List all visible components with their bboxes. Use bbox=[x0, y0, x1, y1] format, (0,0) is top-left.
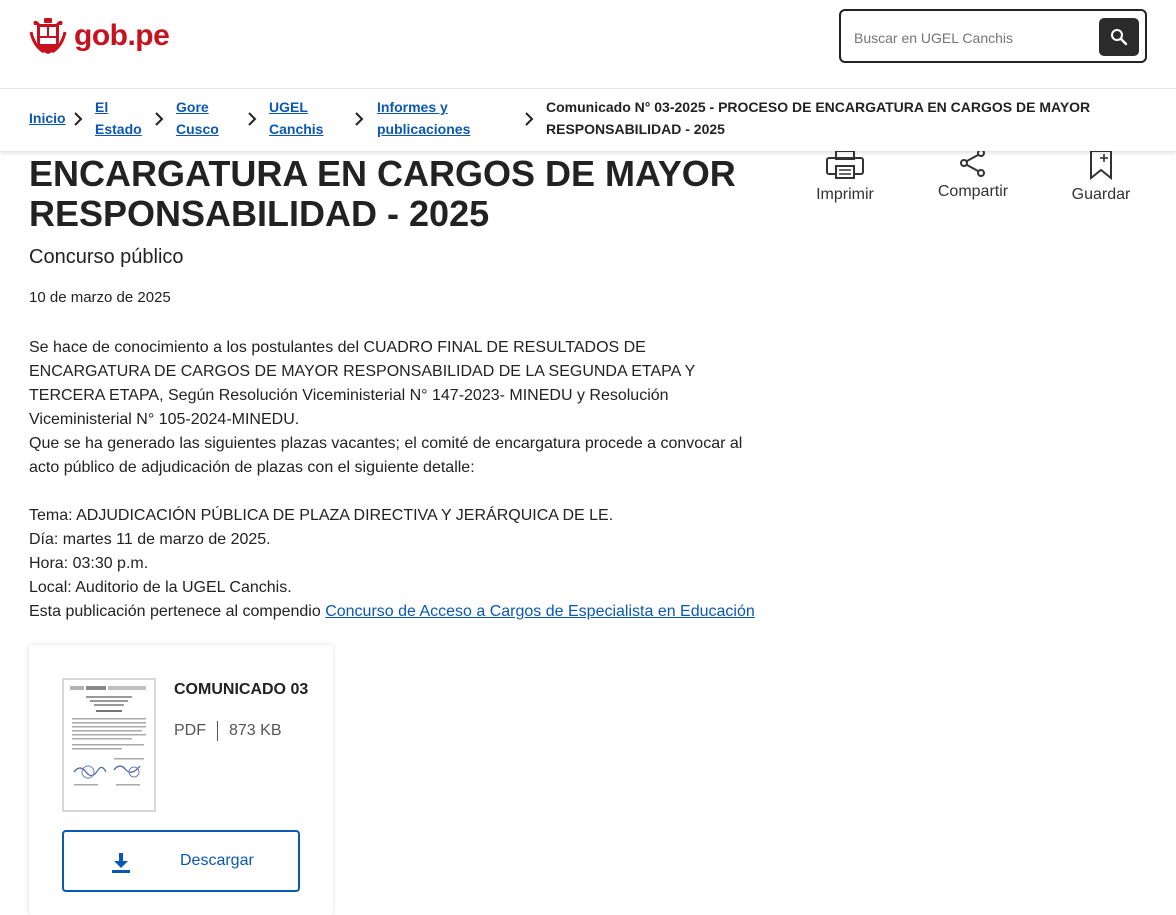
print-button[interactable]: Imprimir bbox=[812, 150, 878, 204]
breadcrumb-ugel-canchis[interactable]: UGEL Canchis bbox=[269, 96, 323, 140]
publication-date: 10 de marzo de 2025 bbox=[29, 289, 171, 306]
document-thumbnail[interactable] bbox=[62, 678, 156, 812]
share-label: Compartir bbox=[937, 183, 1009, 200]
printer-icon bbox=[826, 150, 864, 179]
breadcrumb: Inicio El Estado Gore Cusco UGEL Canchis… bbox=[0, 88, 1176, 151]
detail-hora: Hora: 03:30 p.m. bbox=[29, 555, 149, 572]
page-title-line2: RESPONSABILIDAD - 2025 bbox=[29, 193, 490, 234]
share-icon bbox=[960, 149, 985, 177]
page-title: ENCARGATURA EN CARGOS DE MAYOR RESPONSAB… bbox=[29, 154, 789, 234]
download-icon bbox=[112, 853, 130, 873]
meta-divider bbox=[217, 721, 218, 741]
download-label: Descargar bbox=[180, 852, 254, 869]
search-box bbox=[839, 9, 1147, 63]
detail-dia: Día: martes 11 de marzo de 2025. bbox=[29, 531, 271, 548]
page-subtitle: Concurso público bbox=[29, 246, 184, 268]
share-button[interactable]: Compartir bbox=[933, 149, 1013, 201]
chevron-right-icon bbox=[155, 112, 164, 126]
bookmark-add-icon bbox=[1090, 150, 1112, 180]
save-label: Guardar bbox=[1071, 186, 1131, 203]
print-label: Imprimir bbox=[816, 186, 874, 203]
chevron-right-icon bbox=[248, 112, 257, 126]
body-paragraph: Se hace de conocimiento a los postulante… bbox=[29, 339, 695, 428]
save-button[interactable]: Guardar bbox=[1068, 150, 1134, 204]
body-paragraph: Que se ha generado las siguientes plazas… bbox=[29, 435, 743, 476]
chevron-right-icon bbox=[74, 112, 83, 126]
search-icon bbox=[1111, 29, 1128, 46]
document-title: COMUNICADO 03 bbox=[174, 681, 309, 698]
detail-tema: Tema: ADJUDICACIÓN PÚBLICA DE PLAZA DIRE… bbox=[29, 507, 614, 524]
detail-local: Local: Auditorio de la UGEL Canchis. bbox=[29, 579, 292, 596]
chevron-right-icon bbox=[355, 112, 364, 126]
breadcrumb-label: Cusco bbox=[176, 121, 219, 137]
breadcrumb-current-line1: Comunicado N° 03-2025 - PROCESO DE ENCAR… bbox=[546, 99, 1091, 115]
breadcrumb-label: Estado bbox=[95, 121, 142, 137]
breadcrumb-current: Comunicado N° 03-2025 - PROCESO DE ENCAR… bbox=[546, 96, 1090, 140]
download-button[interactable]: Descargar bbox=[62, 830, 300, 892]
breadcrumb-informes-publicaciones[interactable]: Informes y publicaciones bbox=[377, 96, 470, 140]
breadcrumb-el-estado[interactable]: El Estado bbox=[95, 96, 142, 140]
article-body: Se hace de conocimiento a los postulante… bbox=[29, 336, 769, 624]
document-meta: PDF 873 KB bbox=[174, 721, 281, 741]
document-format: PDF bbox=[174, 722, 206, 739]
breadcrumb-label: El bbox=[95, 99, 109, 115]
breadcrumb-inicio[interactable]: Inicio bbox=[29, 107, 66, 129]
gob-pe-logo[interactable]: gob.pe bbox=[28, 16, 170, 56]
breadcrumb-label: publicaciones bbox=[377, 121, 471, 137]
chevron-right-icon bbox=[525, 112, 534, 126]
compendio-link[interactable]: Concurso de Acceso a Cargos de Especiali… bbox=[325, 603, 755, 620]
logo-text: gob.pe bbox=[74, 19, 170, 52]
compendio-prefix: Esta publicación pertenece al compendio bbox=[29, 603, 326, 620]
breadcrumb-label: Informes y bbox=[377, 99, 448, 115]
search-button[interactable] bbox=[1099, 18, 1139, 56]
breadcrumb-label: Gore bbox=[176, 99, 209, 115]
document-size: 873 KB bbox=[229, 722, 282, 739]
page-title-line1: ENCARGATURA EN CARGOS DE MAYOR bbox=[29, 153, 736, 194]
breadcrumb-label: UGEL bbox=[269, 99, 308, 115]
document-card: COMUNICADO 03 PDF 873 KB Descargar bbox=[29, 645, 333, 915]
search-input[interactable] bbox=[852, 25, 1091, 51]
breadcrumb-label: Canchis bbox=[269, 121, 324, 137]
document-preview-image bbox=[70, 686, 146, 786]
peru-shield-icon bbox=[29, 18, 67, 54]
breadcrumb-gore-cusco[interactable]: Gore Cusco bbox=[176, 96, 219, 140]
breadcrumb-current-line2: RESPONSABILIDAD - 2025 bbox=[546, 121, 725, 137]
site-header: gob.pe bbox=[0, 0, 1176, 89]
compendio-line: Esta publicación pertenece al compendio … bbox=[29, 600, 769, 624]
